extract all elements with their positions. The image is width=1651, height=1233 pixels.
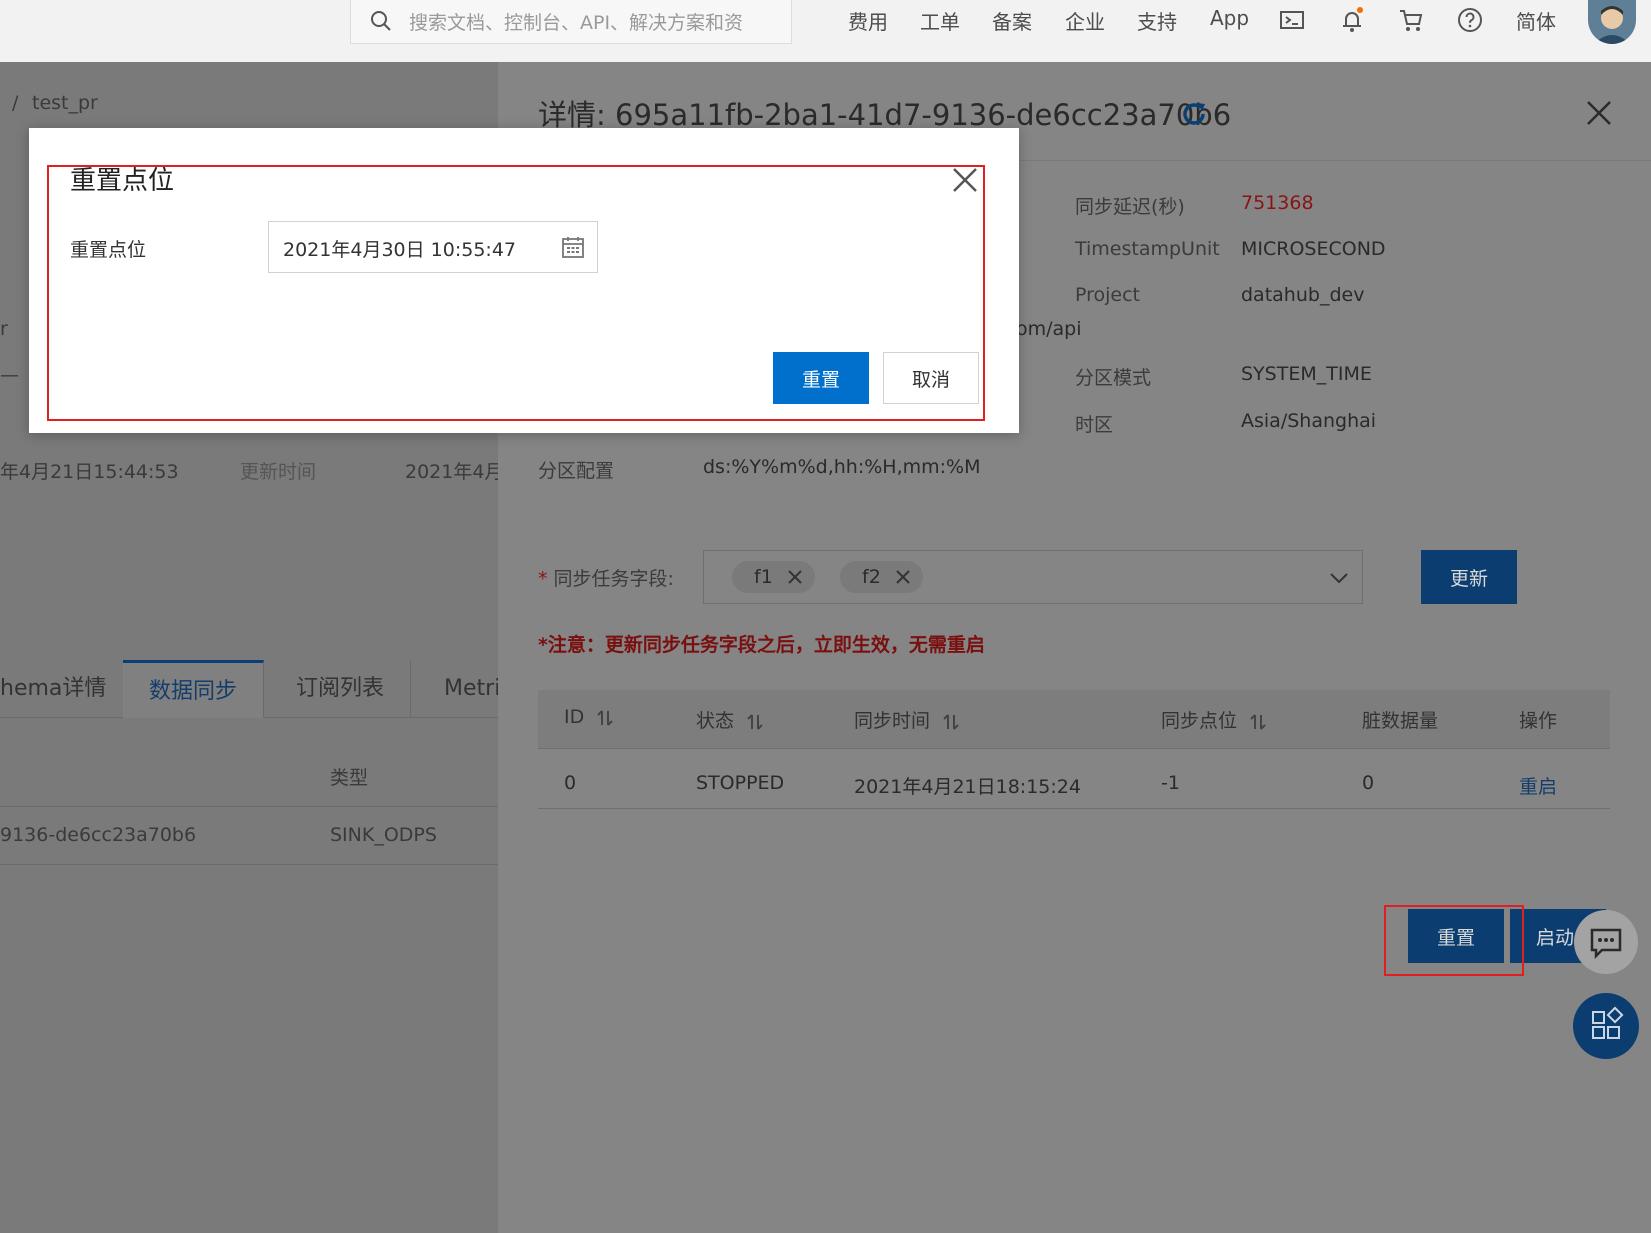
- field-label-timestamp-unit: TimestampUnit: [1075, 238, 1220, 260]
- avatar[interactable]: [1588, 0, 1636, 44]
- bell-icon[interactable]: [1338, 6, 1366, 34]
- field-value-partition-mode: SYSTEM_TIME: [1241, 363, 1372, 385]
- tag-label: f2: [862, 566, 881, 588]
- cell-status: STOPPED: [696, 772, 785, 794]
- help-icon[interactable]: [1456, 6, 1484, 34]
- field-label-partition-mode: 分区模式: [1075, 367, 1152, 389]
- field-label-partition-config: 分区配置: [538, 460, 615, 482]
- chat-button[interactable]: [1574, 910, 1638, 974]
- field-value-timestamp-unit: MICROSECOND: [1241, 238, 1386, 260]
- remove-tag-icon[interactable]: [895, 569, 911, 585]
- top-nav: 搜索文档、控制台、API、解决方案和资 费用 工单 备案 企业 支持 App 简…: [0, 0, 1651, 62]
- sync-fields-select[interactable]: f1 f2: [703, 550, 1363, 604]
- th-sync-time[interactable]: 同步时间: [854, 706, 960, 733]
- user-avatar-icon: [1594, 6, 1630, 44]
- nav-app[interactable]: App: [1210, 6, 1249, 30]
- cell-sync-time: 2021年4月21日18:15:24: [854, 776, 1081, 798]
- sync-fields-label: * 同步任务字段:: [538, 564, 674, 591]
- nav-enterprise[interactable]: 企业: [1065, 6, 1105, 35]
- cart-icon[interactable]: [1397, 6, 1425, 34]
- th-dirty-count: 脏数据量: [1362, 710, 1439, 732]
- divider: [0, 806, 498, 807]
- update-fields-button[interactable]: 更新: [1421, 550, 1517, 604]
- search-placeholder: 搜索文档、控制台、API、解决方案和资: [409, 12, 744, 34]
- bg-label-fragment-2: —: [0, 364, 19, 386]
- refresh-icon[interactable]: [1178, 98, 1210, 130]
- terminal-icon[interactable]: [1278, 6, 1306, 34]
- divider: [538, 808, 1610, 809]
- nav-billing[interactable]: 费用: [848, 6, 888, 35]
- tab-label: 订阅列表: [296, 676, 385, 701]
- sort-icon[interactable]: [1249, 712, 1267, 732]
- tab-schema[interactable]: hema详情: [0, 660, 134, 718]
- column-type-header: 类型: [330, 767, 369, 789]
- th-label: ID: [564, 706, 585, 728]
- sort-icon[interactable]: [746, 712, 764, 732]
- tab-label: hema详情: [0, 676, 107, 701]
- field-tag-f1: f1: [732, 561, 815, 593]
- nav-support[interactable]: 支持: [1137, 6, 1177, 35]
- th-id[interactable]: ID: [564, 706, 614, 728]
- grid-apps-icon: [1592, 1006, 1624, 1039]
- th-label: 同步点位: [1161, 710, 1238, 732]
- warning-text: *注意：更新同步任务字段之后，立即生效，无需重启: [538, 634, 985, 656]
- th-label: 同步时间: [854, 710, 931, 732]
- created-time-fragment: 年4月21日15:44:53: [0, 461, 179, 483]
- endpoint-fragment: om/api: [1016, 318, 1082, 340]
- remove-tag-icon[interactable]: [787, 569, 803, 585]
- field-value-delay: 751368: [1241, 192, 1314, 214]
- task-type: SINK_ODPS: [330, 824, 437, 846]
- tab-data-sync[interactable]: 数据同步: [123, 660, 265, 718]
- cell-id: 0: [564, 772, 577, 794]
- highlight-frame: [47, 165, 985, 421]
- apps-button[interactable]: [1573, 993, 1639, 1059]
- divider: [538, 748, 1610, 749]
- field-value-timezone: Asia/Shanghai: [1241, 410, 1377, 432]
- cell-dirty-count: 0: [1362, 772, 1375, 794]
- divider: [0, 864, 498, 865]
- sort-icon[interactable]: [942, 712, 960, 732]
- sort-icon[interactable]: [596, 708, 614, 728]
- th-status[interactable]: 状态: [696, 706, 764, 733]
- tab-label: Metri: [444, 676, 501, 701]
- breadcrumb-separator: /: [12, 92, 19, 114]
- breadcrumb-item[interactable]: test_pr: [32, 92, 98, 114]
- language-switch[interactable]: 简体: [1516, 6, 1556, 35]
- required-mark: *: [538, 568, 548, 590]
- th-actions: 操作: [1519, 710, 1558, 732]
- nav-tickets[interactable]: 工单: [920, 6, 960, 35]
- reset-offset-dialog: 重置点位 重置点位 2021年4月30日 10:55:47 重置 取消: [29, 128, 1019, 433]
- field-value-project: datahub_dev: [1241, 284, 1365, 306]
- update-time-label: 更新时间: [240, 461, 317, 483]
- field-value-partition-config: ds:%Y%m%d,hh:%H,mm:%M: [703, 456, 981, 478]
- tab-label: 数据同步: [149, 679, 238, 704]
- update-time-fragment: 2021年4月: [405, 461, 504, 483]
- search-input[interactable]: 搜索文档、控制台、API、解决方案和资: [350, 0, 792, 44]
- bg-label-fragment: r: [0, 318, 8, 340]
- field-label-timezone: 时区: [1075, 414, 1114, 436]
- sync-fields-label-text: 同步任务字段:: [553, 568, 674, 590]
- task-id-fragment[interactable]: 9136-de6cc23a70b6: [0, 824, 196, 846]
- nav-icp[interactable]: 备案: [992, 6, 1032, 35]
- field-label-project: Project: [1075, 284, 1141, 306]
- restart-link[interactable]: 重启: [1519, 772, 1557, 799]
- field-label-delay: 同步延迟(秒): [1075, 196, 1185, 218]
- close-icon[interactable]: [1584, 98, 1614, 128]
- tag-label: f1: [754, 566, 773, 588]
- sync-table-header: ID 状态 同步时间 同步点位 脏数据量 操作: [538, 690, 1610, 748]
- search-icon: [371, 11, 391, 31]
- cell-sync-offset: -1: [1161, 772, 1180, 794]
- th-label: 状态: [696, 710, 735, 732]
- th-sync-offset[interactable]: 同步点位: [1161, 706, 1267, 733]
- chevron-down-icon[interactable]: [1328, 567, 1350, 589]
- chat-icon: [1590, 928, 1622, 960]
- detail-tabs: hema详情 数据同步 订阅列表 Metri: [0, 660, 501, 718]
- field-tag-f2: f2: [840, 561, 923, 593]
- tab-subscriptions[interactable]: 订阅列表: [270, 660, 412, 718]
- highlight-frame: [1384, 905, 1524, 976]
